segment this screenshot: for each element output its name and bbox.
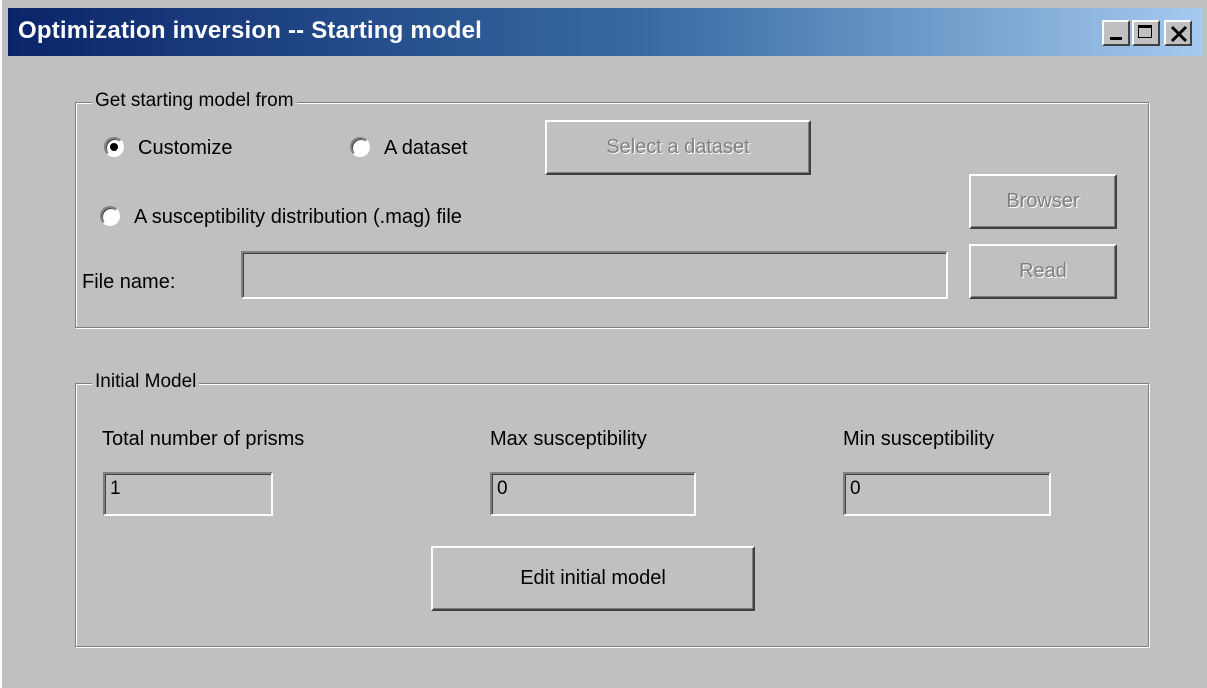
- max-susceptibility-label: Max susceptibility: [490, 428, 647, 450]
- read-button[interactable]: Read: [969, 244, 1117, 299]
- file-name-label: File name:: [82, 271, 176, 293]
- total-prisms-field[interactable]: 1: [103, 472, 273, 516]
- title-bar[interactable]: Optimization inversion -- Starting model: [8, 8, 1203, 56]
- maximize-icon[interactable]: [1132, 20, 1160, 46]
- edit-initial-model-button[interactable]: Edit initial model: [431, 546, 755, 611]
- radio-dataset[interactable]: [350, 137, 370, 157]
- radio-mag-file-label[interactable]: A susceptibility distribution (.mag) fil…: [134, 206, 462, 229]
- browser-button[interactable]: Browser: [969, 174, 1117, 229]
- min-susceptibility-label: Min susceptibility: [843, 428, 995, 450]
- max-susceptibility-field[interactable]: 0: [490, 472, 696, 516]
- file-name-input[interactable]: [241, 251, 948, 299]
- radio-mag-file[interactable]: [100, 206, 120, 226]
- radio-dataset-label[interactable]: A dataset: [384, 137, 467, 160]
- min-susceptibility-field[interactable]: 0: [843, 472, 1051, 516]
- select-dataset-button[interactable]: Select a dataset: [545, 120, 811, 175]
- close-icon[interactable]: [1164, 20, 1192, 46]
- initial-model-group: Initial Model Total number of prisms 1 M…: [75, 371, 1149, 647]
- radio-customize[interactable]: [104, 137, 124, 157]
- group-legend-initial-model: Initial Model: [92, 371, 200, 393]
- radio-customize-label[interactable]: Customize: [138, 137, 232, 160]
- radio-selected-dot: [110, 143, 118, 151]
- starting-model-source-group: Get starting model from Customize A data…: [75, 90, 1149, 328]
- minimize-icon[interactable]: [1102, 20, 1130, 46]
- total-prisms-label: Total number of prisms: [102, 428, 305, 450]
- group-legend-source: Get starting model from: [92, 90, 297, 112]
- dialog-window: Optimization inversion -- Starting model…: [0, 0, 1207, 688]
- window-title: Optimization inversion -- Starting model: [18, 17, 483, 44]
